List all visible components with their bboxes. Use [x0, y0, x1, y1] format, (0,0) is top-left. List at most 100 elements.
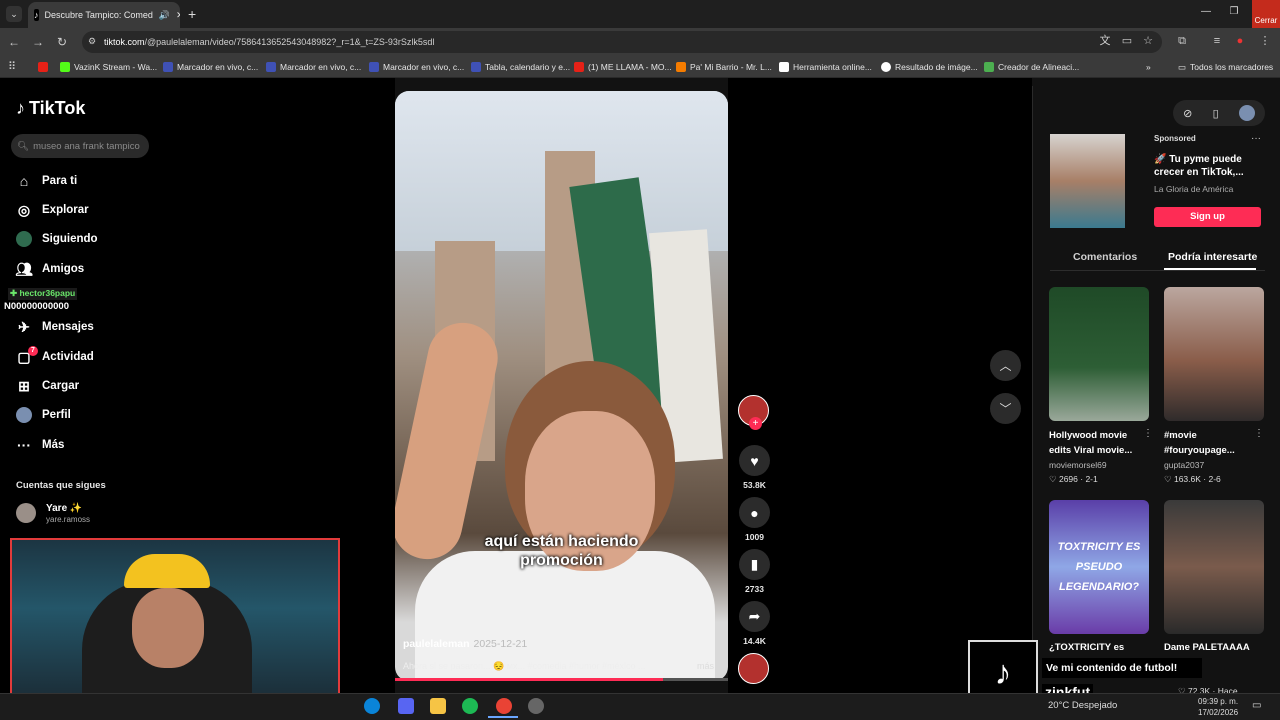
nav-item-cargar[interactable]: ⊞ Cargar — [16, 375, 79, 397]
music-disc[interactable] — [738, 653, 771, 684]
nav-item-amigos[interactable]: 👥︎ Amigos — [15, 258, 84, 280]
bookmark-item[interactable]: Marcador en vivo, c... — [266, 60, 361, 74]
bookmark-item[interactable]: Marcador en vivo, c... — [163, 60, 258, 74]
share-button[interactable]: ➦ 14.4K — [738, 601, 771, 646]
following-name[interactable]: Yare ✨ — [46, 503, 82, 514]
like-button[interactable]: ♥ 53.8K — [738, 445, 771, 490]
card-options-icon[interactable]: ⋮ — [1254, 428, 1264, 439]
device-icon[interactable]: ▯ — [1213, 107, 1219, 120]
chrome-icon[interactable] — [496, 698, 512, 714]
ad-thumbnail[interactable] — [1050, 134, 1125, 228]
video-author[interactable]: paulelaleman 2025-12-21 — [403, 638, 527, 650]
window-close-button[interactable]: Cerrar — [1252, 0, 1280, 28]
apps-grid-icon[interactable]: ⠿ — [8, 60, 16, 73]
chrome-menu-icon[interactable]: ⋮ — [1258, 34, 1272, 48]
all-bookmarks[interactable]: ▭ Todos los marcadores — [1178, 60, 1273, 74]
suggested-video-thumb[interactable] — [1049, 287, 1149, 421]
tiktok-logo[interactable]: ♪ TikTok — [16, 98, 85, 119]
previous-video-button[interactable]: ︿ — [990, 350, 1021, 381]
suggested-video-author[interactable]: moviemorsel69 — [1049, 460, 1107, 470]
bookmark-item[interactable]: VazinK Stream - Wa... — [60, 60, 157, 74]
save-button[interactable]: ▮ 2733 — [738, 549, 771, 594]
maximize-button[interactable]: ❐ — [1224, 6, 1244, 22]
tool-icon — [779, 62, 789, 72]
search-input[interactable]: 🔍︎ museo ana frank tampico — [11, 134, 149, 158]
extensions-icon[interactable]: ⧉ — [1175, 34, 1189, 48]
cast-icon[interactable]: ▭ — [1120, 34, 1134, 48]
card-options-icon[interactable]: ⋮ — [1143, 428, 1153, 439]
bookmark-item[interactable]: Herramienta online... — [779, 60, 872, 74]
notifications-icon[interactable]: ▭ — [1252, 700, 1261, 711]
ad-options-icon[interactable]: ··· — [1251, 133, 1261, 144]
video-player[interactable] — [395, 91, 728, 681]
following-avatar[interactable] — [16, 503, 36, 523]
bookmark-item[interactable]: Pa' Mi Barrio - Mr. L... — [676, 60, 772, 74]
new-tab-button[interactable]: + — [188, 6, 196, 22]
bookmark-item[interactable]: Creador de Alineaci... — [984, 60, 1079, 74]
video-progress-fill — [395, 678, 663, 681]
comment-icon: ● — [739, 497, 770, 528]
user-avatar[interactable] — [1238, 105, 1255, 121]
suggested-video-title[interactable]: ¿TOXTRICITY es — [1049, 640, 1149, 655]
spotify-icon[interactable] — [462, 698, 478, 714]
profile-extension-icon[interactable]: ● — [1233, 34, 1247, 48]
folder-icon: ▭ — [1178, 61, 1187, 72]
compass-icon[interactable]: ⊘ — [1183, 107, 1192, 120]
next-video-button[interactable]: ﹀ — [990, 393, 1021, 424]
tab-active[interactable]: ♪ Descubre Tampico: Comed 🔊 ✕ — [28, 2, 180, 28]
discord-icon[interactable] — [398, 698, 414, 714]
translate-icon[interactable]: 文 — [1098, 34, 1112, 48]
tab-comentarios[interactable]: Comentarios — [1073, 251, 1137, 263]
ad-signup-button[interactable]: Sign up — [1154, 207, 1261, 227]
reload-button[interactable]: ↻ — [54, 34, 70, 50]
comment-button[interactable]: ● 1009 — [738, 497, 771, 542]
bookmark-item[interactable]: Marcador en vivo, c... — [369, 60, 464, 74]
bookmark-youtube[interactable] — [38, 60, 48, 74]
friends-icon: 👥︎ — [15, 260, 33, 277]
suggested-video-title[interactable]: Hollywood movie edits Viral movie... — [1049, 428, 1149, 458]
file-explorer-icon[interactable] — [430, 698, 446, 714]
taskbar-clock[interactable]: 09:39 p. m. 17/02/2026 — [1198, 696, 1238, 718]
bookmark-item[interactable]: Resultado de imáge... — [881, 60, 978, 74]
back-button[interactable]: ← — [6, 34, 22, 50]
nav-item-para-ti[interactable]: ⌂ Para ti — [16, 170, 77, 192]
suggested-video-author[interactable]: gupta2037 — [1164, 460, 1204, 470]
suggested-video-title[interactable]: #movie #fouryoupage... — [1164, 428, 1264, 458]
suggested-video-title[interactable]: Dame PALETAAAA — [1164, 640, 1264, 655]
site-info-icon[interactable]: ⚙ — [88, 36, 98, 46]
tab-podria-interesarte[interactable]: Podría interesarte — [1168, 251, 1257, 263]
minimize-button[interactable]: — — [1196, 6, 1216, 22]
follow-plus-icon[interactable]: + — [749, 417, 762, 430]
nav-item-mas[interactable]: ··· Más — [16, 434, 64, 456]
music-disc-icon — [738, 653, 769, 684]
nav-item-explorar[interactable]: ◎ Explorar — [16, 199, 89, 221]
upload-icon: ⊞ — [18, 377, 30, 394]
nav-item-siguiendo[interactable]: Siguiendo — [16, 228, 98, 250]
suggested-video-thumb[interactable]: TOXTRICITY ES PSEUDO LEGENDARIO? — [1049, 500, 1149, 634]
speaker-icon[interactable]: 🔊 — [159, 10, 170, 21]
suggested-video-thumb[interactable] — [1164, 287, 1264, 421]
nav-item-mensajes[interactable]: ✈ Mensajes — [16, 316, 94, 338]
weather-widget[interactable]: 20°C Despejado — [1048, 700, 1117, 711]
bookmark-item[interactable]: (1) ME LLAMA - MO... — [574, 60, 672, 74]
bookmark-star-icon[interactable]: ☆ — [1141, 34, 1155, 48]
search-icon: 🔍︎ — [17, 140, 30, 152]
edge-icon[interactable] — [364, 698, 380, 714]
bookmark-icon: ▮ — [739, 549, 770, 580]
messages-icon: ✈ — [18, 318, 30, 335]
forward-button[interactable]: → — [30, 34, 46, 50]
address-bar[interactable]: tiktok.com/@paulelaleman/video/758641365… — [82, 31, 1162, 53]
media-icon[interactable]: ≡ — [1210, 34, 1224, 48]
tab-search-button[interactable]: ⌄ — [6, 6, 22, 22]
nav-item-perfil[interactable]: Perfil — [16, 404, 71, 426]
suggested-video-thumb[interactable] — [1164, 500, 1264, 634]
top-icon-group: ⊘ ▯ — [1173, 100, 1265, 126]
bookmarks-overflow-icon[interactable]: » — [1146, 60, 1151, 74]
tab-close-icon[interactable]: ✕ — [176, 10, 180, 21]
obs-icon[interactable] — [528, 698, 544, 714]
ad-title[interactable]: 🚀 Tu pyme puede crecer en TikTok,... — [1154, 153, 1254, 179]
bookmark-item[interactable]: Tabla, calendario y e... — [471, 60, 570, 74]
video-description: Ahora si se pasaron... 😔 ᴍx... #comedia … — [403, 661, 646, 671]
more-link[interactable]: más — [697, 661, 714, 671]
creator-avatar[interactable]: + — [738, 395, 771, 430]
